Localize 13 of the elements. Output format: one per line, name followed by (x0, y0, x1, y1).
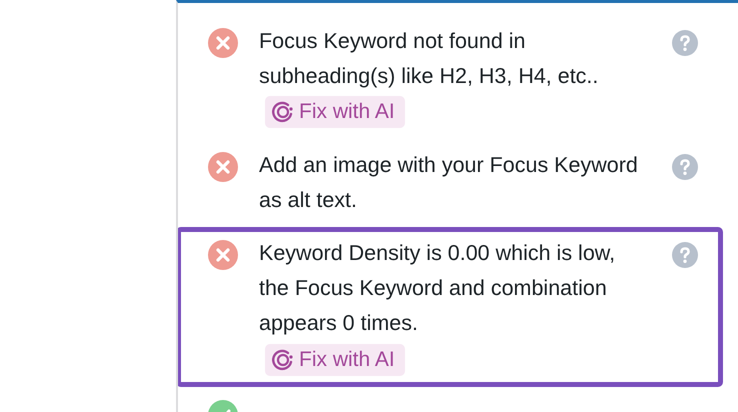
check-message: Focus Keyword not found in subheading(s) like H2, H3, H4, etc.. (259, 28, 600, 90)
fix-with-ai-button[interactable]: Fix with AI (265, 96, 405, 128)
help-icon[interactable] (672, 154, 698, 180)
error-icon (208, 240, 238, 270)
help-icon[interactable] (672, 242, 698, 268)
error-icon (208, 28, 238, 58)
check-message: Keyword Density is 0.00 which is low, the Focus Keyword and combination appears 0 times. (259, 240, 616, 338)
fix-with-ai-button[interactable]: Fix with AI (265, 344, 405, 376)
ai-logo-icon (271, 100, 295, 124)
check-message: Add an image with your Focus Keyword as alt text. (259, 152, 639, 214)
error-icon (208, 152, 238, 182)
ai-logo-icon (271, 348, 295, 372)
help-icon[interactable] (672, 30, 698, 56)
